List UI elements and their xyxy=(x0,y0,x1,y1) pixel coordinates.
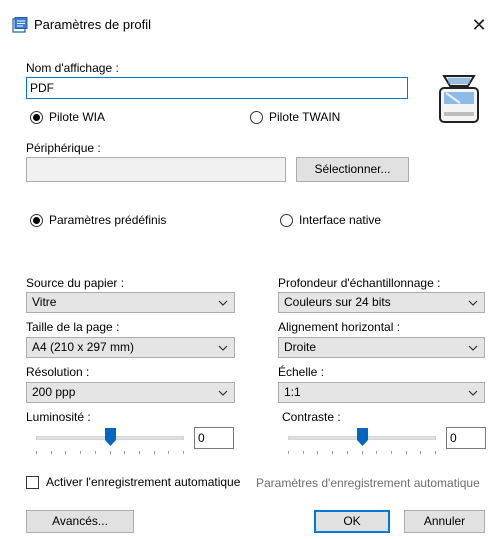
device-field xyxy=(26,157,286,182)
paper-source-select[interactable]: Vitre xyxy=(26,292,235,313)
display-name-label: Nom d'affichage : xyxy=(26,61,119,75)
chevron-down-icon xyxy=(218,383,228,402)
resolution-label: Résolution : xyxy=(26,365,90,379)
scale-label: Échelle : xyxy=(278,365,325,379)
slider-tick xyxy=(346,451,348,454)
h-align-value: Droite xyxy=(284,340,317,354)
driver-wia-radio[interactable] xyxy=(30,110,43,124)
scanner-app-icon xyxy=(12,17,28,33)
contrast-input[interactable]: 0 xyxy=(446,427,486,449)
predefined-params-option[interactable]: Paramètres prédéfinis xyxy=(30,213,166,227)
slider-tick xyxy=(94,451,96,454)
scanner-device-icon xyxy=(438,72,480,126)
close-icon[interactable]: ✕ xyxy=(466,12,492,38)
chevron-down-icon xyxy=(468,383,478,402)
slider-tick xyxy=(65,451,67,454)
resolution-value: 200 ppp xyxy=(32,385,76,399)
bit-depth-label: Profondeur d'échantillonnage : xyxy=(278,276,441,290)
slider-tick xyxy=(332,451,334,454)
driver-twain-option[interactable]: Pilote TWAIN xyxy=(250,110,340,124)
chevron-down-icon xyxy=(218,338,228,357)
native-interface-label: Interface native xyxy=(299,213,382,227)
bit-depth-value: Couleurs sur 24 bits xyxy=(284,295,391,309)
resolution-select[interactable]: 200 ppp xyxy=(26,382,235,403)
bit-depth-select[interactable]: Couleurs sur 24 bits xyxy=(278,292,485,313)
scale-select[interactable]: 1:1 xyxy=(278,382,485,403)
contrast-label: Contraste : xyxy=(282,410,341,424)
autosave-checkbox[interactable] xyxy=(26,475,39,489)
slider-tick xyxy=(435,451,436,454)
advanced-button[interactable]: Avancés... xyxy=(26,510,134,533)
slider-tick xyxy=(420,451,422,454)
slider-tick xyxy=(183,451,184,454)
autosave-option[interactable]: Activer l'enregistrement automatique xyxy=(26,475,240,489)
brightness-slider-thumb[interactable] xyxy=(104,428,116,446)
device-label: Périphérique : xyxy=(26,141,101,155)
page-size-label: Taille de la page : xyxy=(26,320,120,334)
driver-wia-option[interactable]: Pilote WIA xyxy=(30,110,105,124)
slider-tick xyxy=(405,451,407,454)
page-size-value: A4 (210 x 297 mm) xyxy=(32,340,135,354)
paper-source-value: Vitre xyxy=(32,295,57,309)
paper-source-label: Source du papier : xyxy=(26,276,125,290)
driver-twain-label: Pilote TWAIN xyxy=(269,110,341,124)
chevron-down-icon xyxy=(468,338,478,357)
slider-tick xyxy=(124,451,126,454)
contrast-slider-thumb[interactable] xyxy=(356,428,368,446)
autosave-label: Activer l'enregistrement automatique xyxy=(46,475,241,489)
driver-twain-radio[interactable] xyxy=(250,110,263,124)
slider-tick xyxy=(80,451,82,454)
chevron-down-icon xyxy=(218,293,228,312)
slider-tick xyxy=(288,451,289,454)
contrast-ticks xyxy=(288,451,436,454)
scale-value: 1:1 xyxy=(284,385,301,399)
predefined-params-radio[interactable] xyxy=(30,213,43,227)
predefined-params-label: Paramètres prédéfinis xyxy=(49,213,167,227)
slider-tick xyxy=(376,451,378,454)
select-device-button[interactable]: Sélectionner... xyxy=(296,157,409,182)
slider-tick xyxy=(302,451,304,454)
chevron-down-icon xyxy=(468,293,478,312)
slider-tick xyxy=(361,451,363,454)
slider-tick xyxy=(317,451,319,454)
autosave-settings-link[interactable]: Paramètres d'enregistrement automatique xyxy=(256,476,480,490)
slider-tick xyxy=(153,451,155,454)
slider-tick xyxy=(390,451,392,454)
display-name-input[interactable]: PDF xyxy=(26,77,408,99)
brightness-ticks xyxy=(36,451,184,454)
page-size-select[interactable]: A4 (210 x 297 mm) xyxy=(26,337,235,358)
slider-tick xyxy=(36,451,37,454)
slider-tick xyxy=(109,451,111,454)
cancel-button[interactable]: Annuler xyxy=(404,510,485,533)
driver-wia-label: Pilote WIA xyxy=(49,110,106,124)
slider-tick xyxy=(138,451,140,454)
brightness-input[interactable]: 0 xyxy=(194,427,234,449)
brightness-label: Luminosité : xyxy=(26,410,91,424)
window-title: Paramètres de profil xyxy=(34,17,152,32)
h-align-label: Alignement horizontal : xyxy=(278,320,401,334)
ok-button[interactable]: OK xyxy=(314,510,390,533)
native-interface-radio[interactable] xyxy=(280,213,293,227)
slider-tick xyxy=(50,451,52,454)
native-interface-option[interactable]: Interface native xyxy=(280,213,381,227)
slider-tick xyxy=(168,451,170,454)
h-align-select[interactable]: Droite xyxy=(278,337,485,358)
